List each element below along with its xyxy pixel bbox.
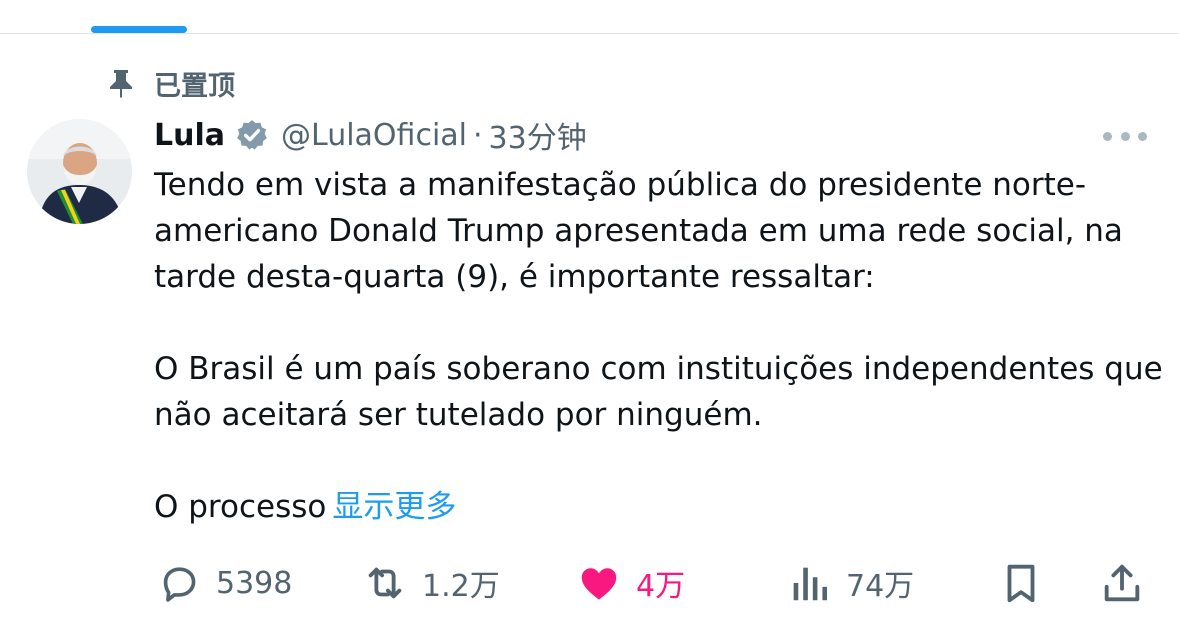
- reply-icon: [163, 567, 196, 602]
- more-options-icon[interactable]: [1103, 126, 1147, 146]
- avatar-image: [27, 119, 132, 224]
- pinned-indicator: 已置顶: [108, 66, 235, 102]
- tweet-paragraph: Tendo em vista a manifestação pública do…: [154, 167, 1123, 295]
- views-chart-icon: [793, 567, 828, 601]
- reply-button[interactable]: 5398: [156, 555, 292, 611]
- header-separator: ·: [473, 117, 483, 153]
- tweet-text: Tendo em vista a manifestação pública do…: [154, 162, 1164, 530]
- active-tab-indicator: [91, 26, 187, 33]
- tweet-paragraph: O Brasil é um país soberano com institui…: [154, 351, 1163, 433]
- like-button[interactable]: 4万: [576, 555, 685, 611]
- reply-count: 5398: [216, 565, 293, 601]
- tweet-paragraph: O processo: [154, 489, 327, 525]
- author-handle[interactable]: @LulaOficial: [281, 118, 467, 153]
- share-icon: [1104, 564, 1140, 602]
- action-bar: 5398 1.2万 4万 74万: [0, 555, 1179, 611]
- retweet-icon: [368, 567, 402, 599]
- author-name[interactable]: Lula: [154, 118, 225, 153]
- retweet-button[interactable]: 1.2万: [362, 555, 500, 611]
- pinned-label: 已置顶: [154, 70, 235, 102]
- verified-badge-icon: [237, 120, 267, 150]
- more-dot: [1120, 131, 1130, 141]
- views-count: 74万: [846, 569, 915, 604]
- views-button[interactable]: 74万: [786, 555, 914, 611]
- share-button[interactable]: [1099, 555, 1145, 611]
- bookmark-icon: [1007, 564, 1035, 603]
- tweet-paragraph-last: O processo 显示更多: [154, 484, 1164, 530]
- retweet-count: 1.2万: [422, 569, 500, 604]
- more-dot: [1103, 131, 1112, 141]
- post-time[interactable]: 33分钟: [489, 113, 587, 157]
- like-count: 4万: [636, 569, 686, 604]
- more-dot: [1138, 131, 1147, 141]
- tweet-header: Lula @LulaOficial · 33分钟: [154, 113, 587, 157]
- pin-icon: [110, 70, 132, 98]
- heart-icon: [581, 568, 617, 600]
- avatar[interactable]: [27, 119, 132, 224]
- show-more-link[interactable]: 显示更多: [332, 489, 456, 525]
- bookmark-button[interactable]: [998, 555, 1044, 611]
- top-divider: [0, 33, 1179, 34]
